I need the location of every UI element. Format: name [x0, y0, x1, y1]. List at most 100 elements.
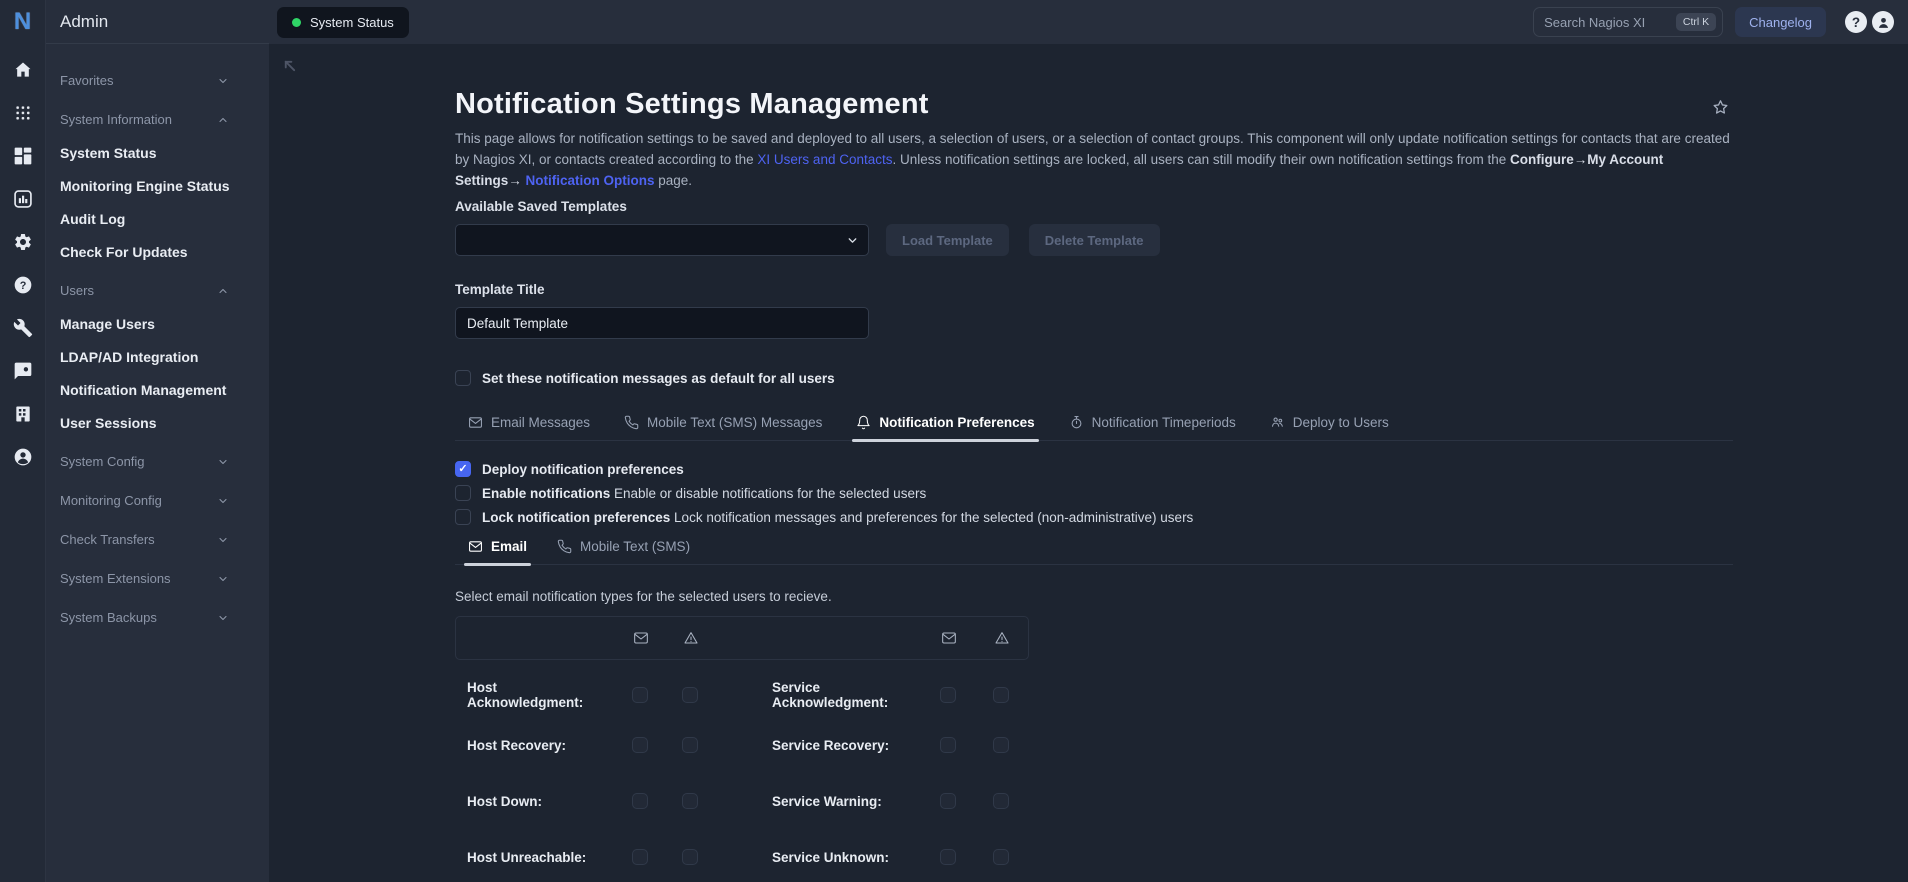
sidebar-item-monitoring-config[interactable]: Monitoring Config — [60, 484, 255, 517]
sidebar-item-ldap-ad-integration[interactable]: LDAP/AD Integration — [60, 340, 255, 373]
host-down-label: Host Down: — [467, 793, 542, 809]
sidebar-item-system-backups[interactable]: System Backups — [60, 601, 255, 634]
admin-wrench-icon[interactable] — [13, 318, 33, 338]
sidebar-item-system-config[interactable]: System Config — [60, 445, 255, 478]
help-circle-icon[interactable]: ? — [13, 275, 33, 295]
account-user-icon[interactable] — [13, 447, 33, 467]
tab-mobile-text-messages[interactable]: Mobile Text (SMS) Messages — [624, 415, 822, 440]
enable-notifications-checkbox[interactable] — [455, 485, 471, 501]
user-avatar-icon[interactable] — [1872, 11, 1894, 33]
template-title-input[interactable] — [455, 307, 869, 339]
phone-icon — [624, 415, 639, 430]
sidebar-link-label: Manage Users — [60, 315, 155, 332]
label-rest: Lock notification messages and preferenc… — [670, 509, 1194, 525]
tab-notification-preferences[interactable]: Notification Preferences — [852, 415, 1039, 442]
sidebar-nav: Favorites System Information System Stat… — [46, 44, 269, 634]
sidebar-item-audit-log[interactable]: Audit Log — [60, 202, 255, 235]
envelope-icon — [469, 417, 482, 428]
search-input[interactable] — [1544, 14, 1668, 30]
home-icon[interactable] — [13, 60, 33, 80]
sidebar-item-favorites[interactable]: Favorites — [60, 64, 255, 97]
feedback-chat-icon[interactable] — [13, 361, 33, 381]
subtab-mobile-text[interactable]: Mobile Text (SMS) — [557, 539, 690, 564]
chevron-down-icon — [219, 459, 227, 464]
help-icon[interactable]: ? — [1845, 11, 1867, 33]
reports-chart-icon[interactable] — [13, 189, 33, 209]
nagios-logo[interactable]: N — [9, 8, 37, 36]
collapse-sidebar-icon[interactable] — [282, 58, 297, 73]
chevron-up-icon — [219, 117, 227, 122]
host-ack-alert-checkbox[interactable] — [682, 687, 698, 703]
host-unreachable-mail-checkbox[interactable] — [632, 849, 648, 865]
changelog-button[interactable]: Changelog — [1735, 7, 1826, 37]
alert-column-icon — [666, 630, 716, 646]
host-recovery-mail-checkbox[interactable] — [632, 737, 648, 753]
deploy-preferences-checkbox-row: Deploy notification preferences — [455, 457, 1733, 481]
host-recovery-alert-checkbox[interactable] — [682, 737, 698, 753]
sidebar-item-user-sessions[interactable]: User Sessions — [60, 406, 255, 439]
subtab-email[interactable]: Email — [463, 539, 532, 566]
dashboards-icon[interactable] — [13, 146, 33, 166]
load-template-button[interactable]: Load Template — [886, 224, 1009, 256]
sidebar-group-label: System Information — [60, 112, 172, 127]
sidebar-item-users[interactable]: Users — [60, 274, 255, 307]
sidebar-item-manage-users[interactable]: Manage Users — [60, 307, 255, 340]
description-text: page. — [654, 173, 693, 188]
main-tabs: Email Messages Mobile Text (SMS) Message… — [455, 415, 1733, 442]
tab-email-messages[interactable]: Email Messages — [468, 415, 590, 440]
default-template-checkbox-label: Set these notification messages as defau… — [482, 370, 835, 386]
settings-gear-icon[interactable] — [13, 232, 33, 252]
host-down-alert-checkbox[interactable] — [682, 793, 698, 809]
service-recovery-alert-checkbox[interactable] — [993, 737, 1009, 753]
templates-select[interactable] — [455, 224, 869, 256]
notification-options-link[interactable]: Notification Options — [522, 173, 655, 188]
app-title: Admin — [60, 11, 109, 31]
sidebar-link-label: Check For Updates — [60, 243, 188, 260]
sidebar-item-notification-management[interactable]: Notification Management — [60, 373, 255, 406]
service-warning-alert-checkbox[interactable] — [993, 793, 1009, 809]
sidebar-link-label: Audit Log — [60, 210, 126, 227]
service-ack-label: Service Acknowledgment: — [772, 680, 889, 710]
service-recovery-label: Service Recovery: — [772, 737, 890, 753]
apps-grid-icon[interactable] — [13, 103, 33, 123]
service-ack-alert-checkbox[interactable] — [993, 687, 1009, 703]
status-pill-label: System Status — [310, 14, 394, 30]
sidebar-item-check-for-updates[interactable]: Check For Updates — [60, 235, 255, 268]
tab-label: Deploy to Users — [1292, 415, 1389, 430]
host-ack-mail-checkbox[interactable] — [632, 687, 648, 703]
chevron-down-icon — [219, 537, 227, 542]
description-text: . Unless notification settings are locke… — [892, 152, 1511, 167]
sidebar-link-label: Notification Management — [60, 381, 227, 398]
deploy-preferences-checkbox[interactable] — [455, 461, 471, 477]
tab-label: Email Messages — [491, 415, 591, 430]
sidebar-item-check-transfers[interactable]: Check Transfers — [60, 523, 255, 556]
service-unknown-alert-checkbox[interactable] — [993, 849, 1009, 865]
notification-subtabs: Email Mobile Text (SMS) — [455, 539, 1733, 566]
templates-select-wrap — [455, 224, 869, 256]
service-unknown-mail-checkbox[interactable] — [940, 849, 956, 865]
sidebar-item-system-information[interactable]: System Information — [60, 103, 255, 136]
service-recovery-mail-checkbox[interactable] — [940, 737, 956, 753]
sidebar: Admin Favorites System Information Syste… — [45, 0, 269, 882]
delete-template-button[interactable]: Delete Template — [1028, 224, 1160, 256]
search-box[interactable]: Ctrl K — [1533, 7, 1724, 37]
tab-notification-timeperiods[interactable]: Notification Timeperiods — [1069, 415, 1236, 440]
sidebar-link-label: System Status — [60, 144, 157, 161]
service-ack-mail-checkbox[interactable] — [940, 687, 956, 703]
lock-preferences-checkbox[interactable] — [455, 509, 471, 525]
xi-users-contacts-link[interactable]: XI Users and Contacts — [757, 152, 892, 167]
system-status-pill[interactable]: System Status — [277, 6, 409, 38]
enterprise-building-icon[interactable] — [13, 404, 33, 424]
service-warning-mail-checkbox[interactable] — [940, 793, 956, 809]
sidebar-item-system-extensions[interactable]: System Extensions — [60, 562, 255, 595]
sidebar-item-system-status[interactable]: System Status — [60, 136, 255, 169]
default-template-checkbox[interactable] — [455, 370, 471, 386]
svg-text:?: ? — [19, 280, 26, 292]
host-down-mail-checkbox[interactable] — [632, 793, 648, 809]
sidebar-group-label: Users — [60, 283, 94, 298]
tab-deploy-to-users[interactable]: Deploy to Users — [1270, 415, 1389, 440]
host-unreachable-alert-checkbox[interactable] — [682, 849, 698, 865]
lock-preferences-label: Lock notification preferences Lock notif… — [482, 510, 1193, 525]
favorite-star-icon[interactable] — [1707, 94, 1733, 120]
sidebar-item-monitoring-engine-status[interactable]: Monitoring Engine Status — [60, 169, 255, 202]
